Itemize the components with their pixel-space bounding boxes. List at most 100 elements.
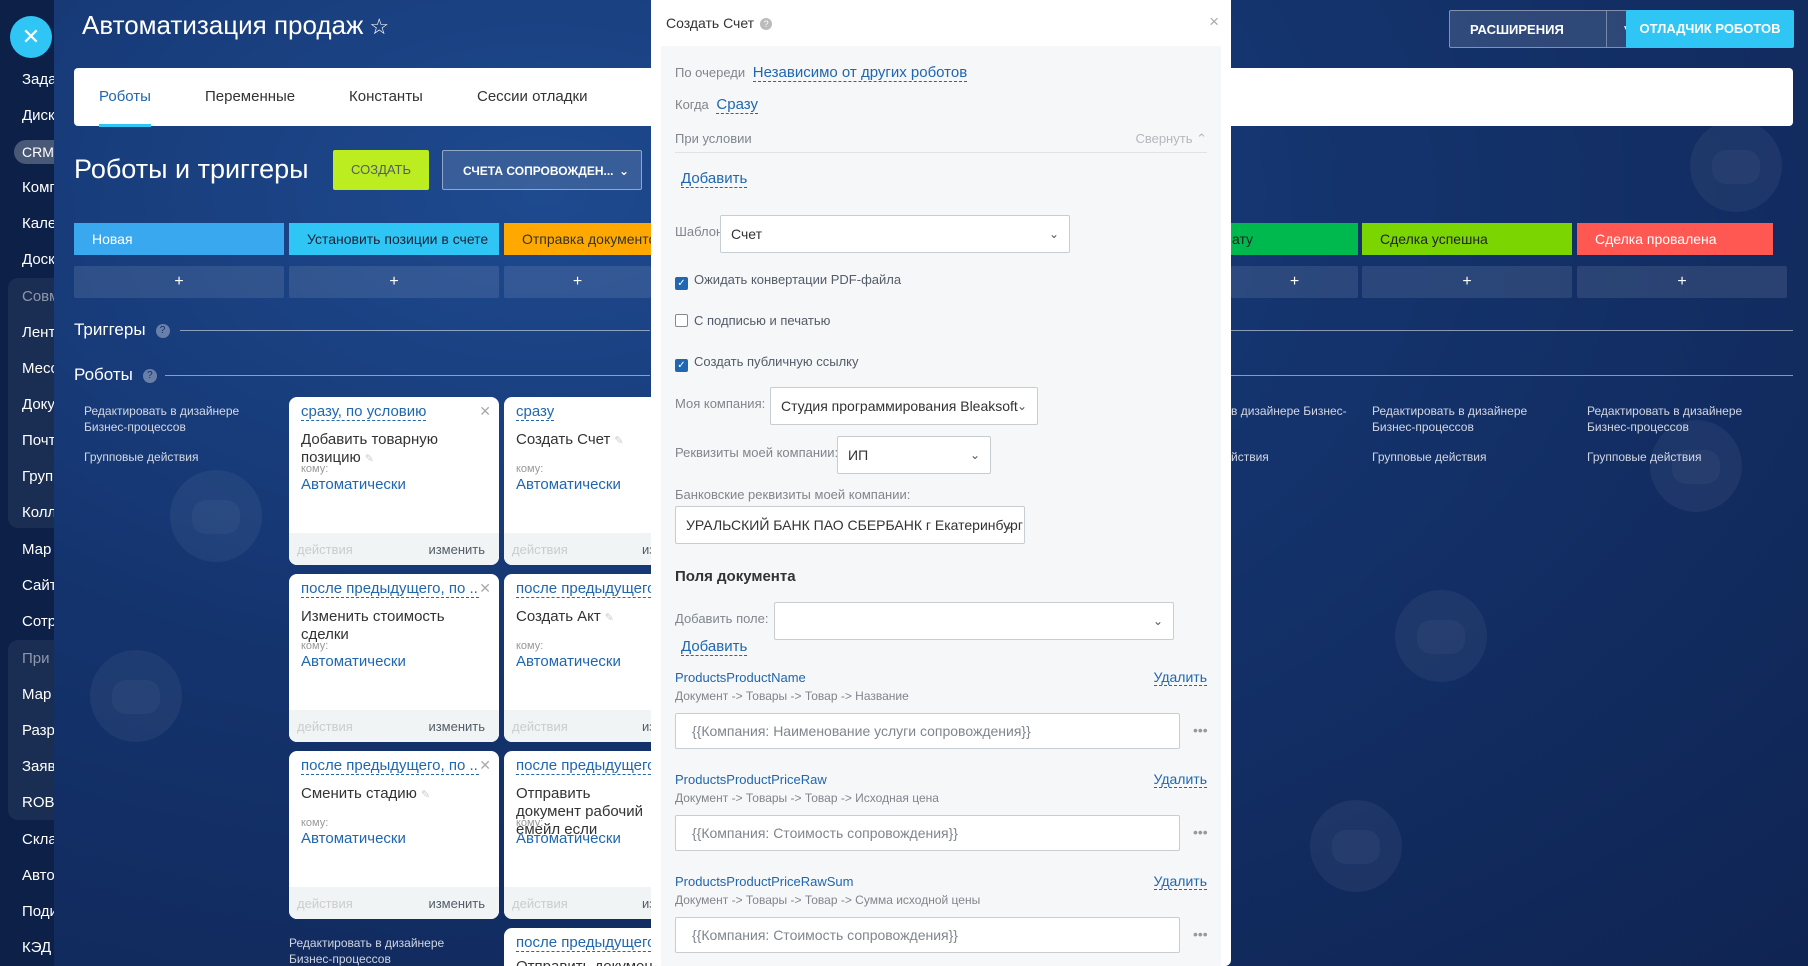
robot-recipient[interactable]: Автоматически — [301, 653, 406, 670]
robot-card[interactable]: после предыдущего, по ... ✕ Изменить стои… — [289, 574, 499, 742]
tab-robots[interactable]: Роботы — [99, 88, 151, 127]
company-select[interactable]: Студия программирования Bleaksoft ⌄ — [770, 387, 1038, 425]
edit-in-designer-link[interactable]: Редактировать в дизайнере Бизнес-процесс… — [1372, 403, 1572, 435]
queue-value-link[interactable]: Независимо от других роботов — [752, 64, 968, 82]
robot-condition-link[interactable]: после предыдущего — [516, 757, 656, 775]
menu-item[interactable]: Колл — [22, 504, 54, 521]
add-field-select[interactable]: ⌄ — [774, 602, 1174, 640]
menu-item[interactable]: Поди — [22, 903, 54, 920]
robot-recipient[interactable]: Автоматически — [516, 476, 621, 493]
pencil-icon[interactable]: ✎ — [365, 453, 374, 465]
menu-item[interactable]: Доск — [22, 251, 54, 268]
more-icon[interactable]: ••• — [1193, 824, 1208, 840]
add-robot-button[interactable]: + — [504, 266, 651, 298]
group-actions-link[interactable]: Групповые действия — [84, 449, 199, 465]
help-icon[interactable]: ? — [142, 369, 157, 383]
menu-item[interactable]: Диск — [22, 107, 54, 124]
delete-field-link[interactable]: Удалить — [1153, 873, 1207, 890]
close-icon[interactable]: × — [1209, 12, 1219, 32]
robot-recipient[interactable]: Автоматически — [301, 476, 406, 493]
menu-item[interactable]: Мар — [22, 541, 54, 558]
close-icon[interactable]: ✕ — [10, 16, 52, 58]
edit-in-designer-link[interactable]: Редактировать в дизайнере Бизнес-процесс… — [289, 935, 489, 966]
menu-item[interactable]: ROB — [22, 794, 54, 811]
field-value-input[interactable]: {{Компания: Стоимость сопровождения}} — [675, 815, 1180, 851]
menu-item[interactable]: При — [22, 650, 54, 667]
robot-actions-link[interactable]: действия — [297, 542, 353, 557]
menu-item-crm[interactable]: CRM — [14, 140, 54, 164]
menu-item[interactable]: Сотр — [22, 613, 54, 630]
tab-constants[interactable]: Константы — [349, 88, 423, 105]
menu-item[interactable]: Кале — [22, 215, 54, 232]
menu-item[interactable]: Груп — [22, 468, 54, 485]
add-robot-button[interactable]: + — [74, 266, 284, 298]
close-icon[interactable]: ✕ — [479, 403, 491, 420]
collapse-link[interactable]: Свернуть ⌃ — [1135, 131, 1207, 147]
when-value-link[interactable]: Сразу — [716, 96, 758, 114]
menu-item[interactable]: Комп — [22, 179, 54, 196]
robot-actions-link[interactable]: действия — [512, 896, 568, 911]
extensions-button[interactable]: РАСШИРЕНИЯ ▼ — [1449, 10, 1646, 48]
stage-deal-lost[interactable]: Сделка провалена — [1577, 223, 1773, 255]
close-icon[interactable]: ✕ — [479, 757, 491, 774]
menu-item[interactable]: Заяв — [22, 758, 54, 775]
add-robot-button[interactable]: + — [1231, 266, 1358, 298]
add-robot-button[interactable]: + — [289, 266, 499, 298]
robot-debugger-button[interactable]: ОТЛАДЧИК РОБОТОВ — [1626, 10, 1794, 48]
close-icon[interactable]: ✕ — [479, 580, 491, 597]
more-icon[interactable]: ••• — [1193, 926, 1208, 942]
robot-condition-link[interactable]: после предыдущего — [516, 934, 656, 952]
checkbox-checked[interactable]: ✓ — [675, 277, 688, 290]
checkbox-checked[interactable]: ✓ — [675, 359, 688, 372]
group-actions-link[interactable]: Групповые действия — [1587, 449, 1702, 465]
menu-item[interactable]: Авто — [22, 867, 54, 884]
wait-pdf-checkbox[interactable]: ✓ Ожидать конвертации PDF-файла — [675, 272, 901, 290]
menu-item[interactable]: Мар — [22, 686, 54, 703]
robot-condition-link[interactable]: после предыдущего, по ... — [301, 580, 479, 598]
robot-recipient[interactable]: Автоматически — [301, 830, 406, 847]
group-actions-link[interactable]: Групповые действия — [1372, 449, 1487, 465]
robot-edit-link[interactable]: изменить — [428, 896, 485, 911]
stage-new[interactable]: Новая — [74, 223, 284, 255]
create-button[interactable]: СОЗДАТЬ — [333, 150, 429, 190]
robot-recipient[interactable]: Автоматически — [516, 653, 621, 670]
edit-in-designer-link[interactable]: Редактировать в дизайнере Бизнес-процесс… — [1587, 403, 1787, 435]
stage-set-positions[interactable]: Установить позиции в счете — [289, 223, 499, 255]
menu-item[interactable]: Скла — [22, 831, 54, 848]
checkbox-unchecked[interactable] — [675, 314, 688, 327]
menu-item[interactable]: КЭД — [22, 939, 54, 956]
add-field-link[interactable]: Добавить — [681, 638, 748, 656]
delete-field-link[interactable]: Удалить — [1153, 669, 1207, 686]
edit-in-designer-link[interactable]: в дизайнере Бизнес- — [1231, 403, 1347, 419]
deal-category-selector[interactable]: СЧЕТА СОПРОВОЖДЕН... ⌄ — [442, 150, 642, 190]
robot-actions-link[interactable]: действия — [297, 719, 353, 734]
help-icon[interactable]: ? — [760, 18, 773, 30]
stage-paid[interactable]: ату — [1231, 223, 1358, 255]
requisites-select[interactable]: ИП ⌄ — [837, 436, 991, 474]
edit-in-designer-link[interactable]: Редактировать в дизайнере Бизнес-процесс… — [84, 403, 284, 435]
pencil-icon[interactable]: ✎ — [421, 789, 430, 801]
field-value-input[interactable]: {{Компания: Наименование услуги сопровож… — [675, 713, 1180, 749]
menu-item[interactable]: Почт — [22, 432, 54, 449]
tab-variables[interactable]: Переменные — [205, 88, 295, 105]
stage-send-documents[interactable]: Отправка документо — [504, 223, 651, 255]
template-select[interactable]: Счет ⌄ — [720, 215, 1070, 253]
pencil-icon[interactable]: ✎ — [614, 435, 623, 447]
robot-actions-link[interactable]: действия — [297, 896, 353, 911]
robot-card[interactable]: после предыдущего, по ... ✕ Сменить стади… — [289, 751, 499, 919]
menu-item[interactable]: Сайт — [22, 577, 54, 594]
robot-condition-link[interactable]: после предыдущего — [516, 580, 656, 598]
menu-item[interactable]: Совм — [22, 288, 54, 305]
field-value-input[interactable]: {{Компания: Стоимость сопровождения}} — [675, 917, 1180, 953]
help-icon[interactable]: ? — [155, 324, 170, 338]
robot-actions-link[interactable]: действия — [512, 719, 568, 734]
robot-card[interactable]: сразу, по условию ✕ Добавить товарную поз… — [289, 397, 499, 565]
robot-condition-link[interactable]: сразу, по условию — [301, 403, 427, 421]
delete-field-link[interactable]: Удалить — [1153, 771, 1207, 788]
star-icon[interactable]: ☆ — [369, 14, 389, 39]
robot-recipient[interactable]: Автоматически — [516, 830, 621, 847]
robot-condition-link[interactable]: после предыдущего, по ... — [301, 757, 479, 775]
robot-condition-link[interactable]: сразу — [516, 403, 555, 421]
pencil-icon[interactable]: ✎ — [605, 612, 614, 624]
add-condition-link[interactable]: Добавить — [681, 170, 748, 188]
